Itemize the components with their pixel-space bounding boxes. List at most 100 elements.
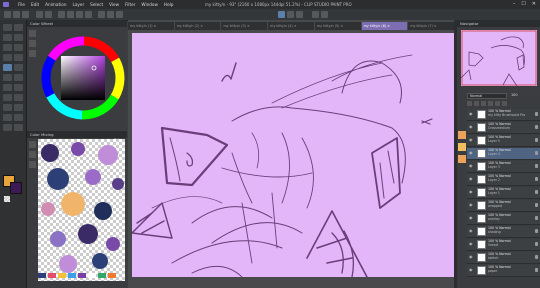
balloon-tool-icon[interactable]: [14, 114, 23, 121]
layer-lock-icon[interactable]: [535, 203, 538, 207]
layer-row[interactable]: ◉ 100 % Normal sketch: [467, 252, 540, 264]
canvas-tab[interactable]: my kitty/n (5) ×: [314, 22, 361, 30]
color-wheel-tab[interactable]: Color Wheel: [27, 20, 127, 27]
fill-tool-icon[interactable]: [14, 84, 23, 91]
correct-line-tool-icon[interactable]: [3, 124, 12, 131]
opacity-value[interactable]: 100: [511, 93, 517, 97]
layer-lock-icon[interactable]: [535, 138, 538, 142]
airbrush-tool-icon[interactable]: [14, 64, 23, 71]
object-tool-icon[interactable]: [14, 124, 23, 131]
open-icon[interactable]: [13, 11, 20, 18]
text-tool-icon[interactable]: [3, 114, 12, 121]
palette-swatch[interactable]: [108, 273, 116, 278]
wand-tool-icon[interactable]: [3, 44, 12, 51]
canvas-tab[interactable]: my kitty/n (6) ×: [361, 22, 408, 30]
transform-icon[interactable]: [98, 11, 105, 18]
layer-row[interactable]: ◉ 100 % Normal Layer 2: [467, 174, 540, 186]
layer-color-chip-orange[interactable]: [458, 131, 466, 139]
canvas-tab[interactable]: my kitty/n (7) ×: [408, 22, 455, 30]
close-button[interactable]: ✕: [532, 0, 536, 9]
copy-icon[interactable]: [76, 11, 83, 18]
palette-swatch[interactable]: [68, 273, 76, 278]
snap-ruler-icon[interactable]: [278, 11, 285, 18]
pen-tool-icon[interactable]: [3, 54, 12, 61]
visibility-eye-icon[interactable]: ◉: [469, 112, 474, 116]
canvas-tab[interactable]: my kitty/n (2) ×: [174, 22, 221, 30]
color-set-side-icon[interactable]: [29, 40, 36, 47]
new-folder-icon[interactable]: [481, 101, 486, 106]
layer-row[interactable]: ◉ 100 % Normal Layer 5: [467, 135, 540, 147]
transparent-color-swatch[interactable]: [4, 196, 10, 202]
palette-swatch[interactable]: [88, 273, 96, 278]
palette-swatch[interactable]: [58, 273, 66, 278]
ruler-tool-icon[interactable]: [14, 104, 23, 111]
visibility-eye-icon[interactable]: ◉: [469, 203, 474, 207]
menu-select[interactable]: Select: [90, 0, 103, 9]
select-tool-icon[interactable]: [3, 34, 12, 41]
visibility-eye-icon[interactable]: ◉: [469, 138, 474, 142]
canvas-tab[interactable]: my kitty/n (3) ×: [221, 22, 268, 30]
visibility-eye-icon[interactable]: ◉: [469, 151, 474, 155]
menu-window[interactable]: Window: [141, 0, 158, 9]
layer-lock-icon[interactable]: [535, 164, 538, 168]
eyedropper-tool-icon[interactable]: [14, 44, 23, 51]
visibility-eye-icon[interactable]: ◉: [469, 164, 474, 168]
layer-row[interactable]: ◉ 100 % Normal wrapped: [467, 200, 540, 212]
menu-filter[interactable]: Filter: [125, 0, 135, 9]
blend-tool-icon[interactable]: [3, 84, 12, 91]
layer-row[interactable]: ◉ 100 % Normal my kitty Brushword Pro: [467, 109, 540, 121]
visibility-eye-icon[interactable]: ◉: [469, 268, 474, 272]
layer-row[interactable]: ◉ 100 % Normal paper: [467, 265, 540, 277]
paste-icon[interactable]: [85, 11, 92, 18]
save-icon[interactable]: [22, 11, 29, 18]
visibility-eye-icon[interactable]: ◉: [469, 242, 474, 246]
invert-selection-icon[interactable]: [116, 11, 123, 18]
pencil-tool-icon[interactable]: [14, 54, 23, 61]
navigator-preview[interactable]: [461, 30, 537, 86]
color-wheel[interactable]: [39, 30, 127, 128]
new-icon[interactable]: [4, 11, 11, 18]
visibility-eye-icon[interactable]: ◉: [469, 255, 474, 259]
new-layer-icon[interactable]: [467, 101, 472, 106]
palette-swatch[interactable]: [48, 273, 56, 278]
layer-row[interactable]: ◉ 100 % Normal overlay: [467, 213, 540, 225]
layer-lock-icon[interactable]: [535, 151, 538, 155]
menu-animation[interactable]: Animation: [45, 0, 66, 9]
layer-lock-icon[interactable]: [535, 242, 538, 246]
layer-row[interactable]: ◉ 100 % Normal Layer 3: [467, 161, 540, 173]
clip-studio-icon[interactable]: [312, 11, 319, 18]
layer-row[interactable]: ◉ 100 % Normal shading: [467, 226, 540, 238]
layer-lock-icon[interactable]: [535, 255, 538, 259]
assets-icon[interactable]: [321, 11, 328, 18]
cut-icon[interactable]: [67, 11, 74, 18]
snap-grid-icon[interactable]: [287, 11, 294, 18]
canvas-tab[interactable]: my kitty/n (4) ×: [268, 22, 314, 30]
menu-file[interactable]: File: [18, 0, 25, 9]
mixing-eraser-icon[interactable]: [29, 161, 36, 168]
layer-row[interactable]: ◉ 100 % Normal Crossmedium: [467, 122, 540, 134]
undo-icon[interactable]: [36, 11, 43, 18]
clip-layer-icon[interactable]: [488, 101, 493, 106]
menu-help[interactable]: Help: [164, 0, 174, 9]
menu-layer[interactable]: Layer: [72, 0, 84, 9]
palette-swatch[interactable]: [78, 273, 86, 278]
visibility-eye-icon[interactable]: ◉: [469, 229, 474, 233]
snap-special-ruler-icon[interactable]: [296, 11, 303, 18]
figure-tool-icon[interactable]: [14, 94, 23, 101]
menu-view[interactable]: View: [109, 0, 119, 9]
color-slider-side-icon[interactable]: [29, 50, 36, 57]
decoration-tool-icon[interactable]: [3, 74, 12, 81]
layer-color-chip-yellow[interactable]: [458, 143, 466, 151]
mixing-canvas[interactable]: [38, 139, 125, 281]
palette-swatch[interactable]: [98, 273, 106, 278]
sub-color-swatch[interactable]: [10, 182, 22, 194]
layer-row[interactable]: ◉ 100 % Normal Layer 1: [467, 187, 540, 199]
mixing-brush-icon[interactable]: [29, 141, 36, 148]
move-tool-icon[interactable]: [14, 24, 23, 31]
deselect-icon[interactable]: [107, 11, 114, 18]
redo-icon[interactable]: [45, 11, 52, 18]
visibility-eye-icon[interactable]: ◉: [469, 177, 474, 181]
drawing-canvas[interactable]: [132, 33, 454, 277]
layer-lock-icon[interactable]: [535, 125, 538, 129]
layer-lock-icon[interactable]: [535, 190, 538, 194]
